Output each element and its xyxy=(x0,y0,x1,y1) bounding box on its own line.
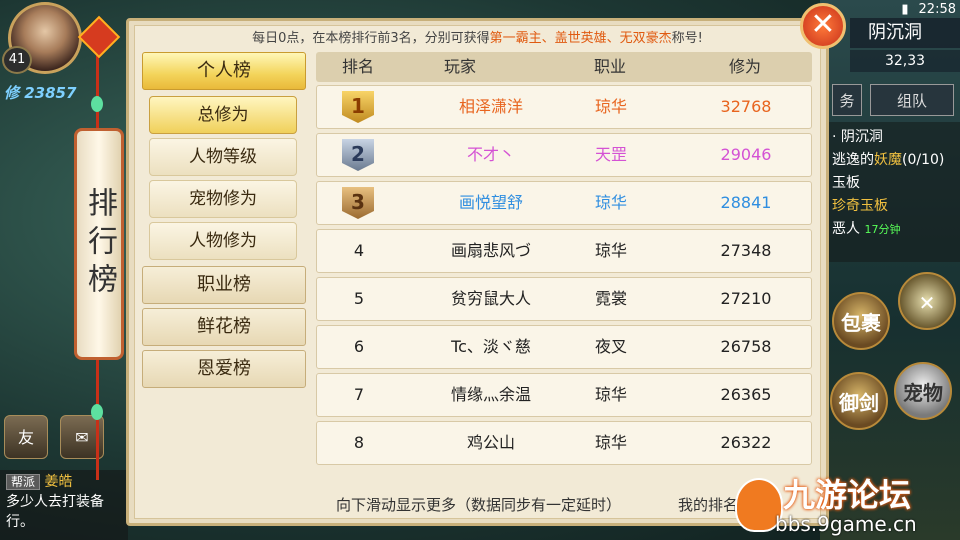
team-tab-button[interactable]: 组队 xyxy=(870,84,954,116)
battery-icon: ▮ xyxy=(901,1,909,17)
header-job: 职业 xyxy=(593,57,626,76)
quest-title: · 阴沉洞 xyxy=(832,129,883,145)
rank-cell: 7 xyxy=(353,385,365,404)
job-cell: 琼华 xyxy=(594,97,627,116)
cultivation-score-cell: 27210 xyxy=(720,289,772,308)
chat-channel-tag: 帮派 xyxy=(6,474,41,490)
task-tab-button[interactable]: 务 xyxy=(832,84,862,116)
pet-button[interactable]: 宠物 xyxy=(894,362,952,420)
jade-bead-icon xyxy=(91,96,103,112)
rank-cell: 4 xyxy=(353,241,365,260)
quest-line: 玉板 xyxy=(832,175,860,191)
rank-cell: 1 xyxy=(317,86,401,128)
bag-button[interactable]: 包裹 xyxy=(832,292,890,350)
quest-tracker[interactable]: · 阴沉洞 逃逸的妖魔(0/10) 玉板 珍奇玉板 恶人 17分钟 xyxy=(828,122,960,262)
rank-cell: 6 xyxy=(353,337,365,356)
table-row[interactable]: 4 画扇悲风づ 琼华 27348 xyxy=(316,229,812,273)
job-cell: 琼华 xyxy=(594,193,627,212)
jade-bead-icon xyxy=(91,404,103,420)
subtab-character-level[interactable]: 人物等级 xyxy=(149,138,297,176)
cultivation-score-cell: 29046 xyxy=(720,145,772,164)
rank-medal-icon: 2 xyxy=(342,139,374,171)
ranking-reward-notice: 每日0点，在本榜排行前3名，分别可获得第一霸主、盖世英雄、无双豪杰称号! xyxy=(252,31,703,46)
job-cell: 霓裳 xyxy=(594,289,627,308)
table-row[interactable]: 8 鸡公山 琼华 26322 xyxy=(316,421,812,465)
map-name[interactable]: 阴沉洞 xyxy=(850,18,960,48)
close-button[interactable]: ✕ xyxy=(800,3,846,49)
rank-cell: 5 xyxy=(353,289,365,308)
status-time: 22:58 xyxy=(918,1,956,17)
quest-line: 珍奇玉板 xyxy=(832,198,888,214)
cultivation-score-cell: 32768 xyxy=(720,97,772,116)
cultivation-score-cell: 27348 xyxy=(720,241,772,260)
sword-flight-button[interactable]: 御剑 xyxy=(830,372,888,430)
job-cell: 琼华 xyxy=(594,385,627,404)
map-coordinates: 32,33 xyxy=(850,50,960,72)
decorative-cord xyxy=(96,360,99,480)
cultivation-score-cell: 28841 xyxy=(720,193,772,212)
ranking-scroll-title: 排行榜 xyxy=(74,128,124,360)
ranking-table-header: 排名 玩家 职业 修为 xyxy=(316,52,812,82)
table-row[interactable]: 5 贫穷鼠大人 霓裳 27210 xyxy=(316,277,812,321)
table-row[interactable]: 1 相泽潇洋 琼华 32768 xyxy=(316,85,812,129)
rank-cell: 8 xyxy=(353,433,365,452)
table-row[interactable]: 2 不才丶 天罡 29046 xyxy=(316,133,812,177)
rank-cell: 2 xyxy=(317,134,401,176)
job-cell: 琼华 xyxy=(594,241,627,260)
friend-button[interactable]: 友 xyxy=(4,415,48,459)
table-row[interactable]: 6 Tc、淡ヾ慈 夜叉 26758 xyxy=(316,325,812,369)
hero-cultivation: 修 23857 xyxy=(4,84,77,102)
subtab-total-cultivation[interactable]: 总修为 xyxy=(149,96,297,134)
cultivation-score-cell: 26365 xyxy=(720,385,772,404)
collapse-x-button[interactable]: ✕ xyxy=(898,272,956,330)
rank-medal-icon: 3 xyxy=(342,187,374,219)
my-rank-label: 我的排名 xyxy=(678,496,739,514)
subtab-character-cultivation[interactable]: 人物修为 xyxy=(149,222,297,260)
job-cell: 夜叉 xyxy=(594,337,627,356)
chat-message: 多少人去打装备行。 xyxy=(6,494,104,530)
tab-personal-ranking[interactable]: 个人榜 xyxy=(142,52,306,90)
tab-flower-ranking[interactable]: 鲜花榜 xyxy=(142,308,306,346)
header-player: 玩家 xyxy=(443,57,476,76)
hero-level: 41 xyxy=(2,46,32,74)
header-cultivation: 修为 xyxy=(728,57,761,76)
header-rank: 排名 xyxy=(341,57,374,76)
job-cell: 天罡 xyxy=(594,145,627,164)
quest-line: 逃逸的妖魔(0/10) xyxy=(832,152,945,168)
subtab-pet-cultivation[interactable]: 宠物修为 xyxy=(149,180,297,218)
rank-cell: 3 xyxy=(317,182,401,224)
site-watermark: 九游论坛 bbs.9game.cn xyxy=(735,470,960,540)
chat-preview[interactable]: 帮派 姜皓 多少人去打装备行。 xyxy=(0,470,128,540)
table-row[interactable]: 7 情缘灬余温 琼华 26365 xyxy=(316,373,812,417)
cultivation-score-cell: 26322 xyxy=(720,433,772,452)
chat-sender: 姜皓 xyxy=(44,474,73,490)
scroll-more-hint: 向下滑动显示更多（数据同步有一定延时） xyxy=(336,496,622,514)
tab-love-ranking[interactable]: 恩爱榜 xyxy=(142,350,306,388)
status-bar: ▮ 22:58 xyxy=(901,0,956,18)
job-cell: 琼华 xyxy=(594,433,627,452)
tab-job-ranking[interactable]: 职业榜 xyxy=(142,266,306,304)
right-world-background xyxy=(820,0,960,540)
table-row[interactable]: 3 画悦望舒 琼华 28841 xyxy=(316,181,812,225)
cultivation-score-cell: 26758 xyxy=(720,337,772,356)
rank-medal-icon: 1 xyxy=(342,91,374,123)
quest-line: 恶人 17分钟 xyxy=(832,221,901,237)
